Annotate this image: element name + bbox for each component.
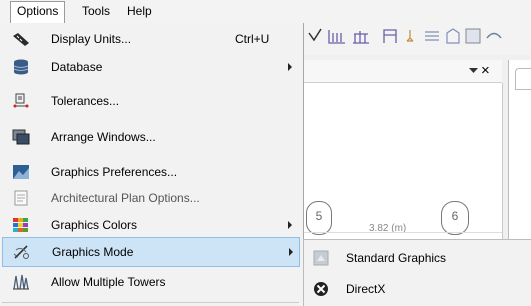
menu-item-label: Tolerances...: [51, 94, 120, 108]
graphics-mode-submenu: Standard Graphics DirectX: [303, 239, 531, 306]
submenu-arrow-icon: [288, 63, 292, 71]
menu-bar: Options Tools Help: [0, 0, 531, 24]
menu-item-label: Database: [51, 60, 103, 74]
grid-line: [300, 232, 502, 233]
wall-tool-icon[interactable]: [445, 28, 461, 44]
towers-icon: [13, 274, 29, 290]
menu-item-database[interactable]: Database: [2, 53, 299, 81]
submenu-item-directx[interactable]: DirectX: [305, 274, 531, 304]
document-icon: [14, 190, 28, 206]
directx-icon: [314, 282, 328, 296]
graphics-preferences-icon: [13, 165, 29, 179]
graphics-mode-icon: [13, 245, 29, 259]
menu-item-arrange-windows[interactable]: Arrange Windows...: [2, 123, 299, 151]
menu-help[interactable]: Help: [121, 2, 158, 20]
menu-item-label: Architectural Plan Options...: [51, 191, 200, 205]
menu-item-tolerances[interactable]: Tolerances...: [2, 87, 299, 115]
grid-bubble-5: 5: [306, 201, 332, 235]
menu-item-shortcut: Ctrl+U: [235, 32, 270, 46]
submenu-item-label: DirectX: [346, 282, 386, 296]
panel-close-button[interactable]: ×: [481, 62, 490, 79]
support-tool-icon[interactable]: [406, 28, 420, 44]
color-grid-icon: [13, 218, 28, 232]
panel-dropdown-icon[interactable]: [469, 68, 478, 74]
grid-bubble-6: 6: [441, 201, 469, 235]
panel-tab[interactable]: [515, 68, 531, 90]
submenu-arrow-icon: [288, 221, 292, 229]
menu-item-label: Display Units...: [51, 32, 132, 46]
frame-tool-icon[interactable]: [382, 28, 398, 44]
options-menu: Display Units... Ctrl+U Database Toleran…: [0, 23, 304, 305]
view-tool-icon[interactable]: [486, 28, 502, 44]
database-icon: [13, 59, 29, 75]
grid-label: 5: [315, 209, 323, 223]
submenu-arrow-icon: [289, 248, 293, 256]
submenu-item-standard-graphics[interactable]: Standard Graphics: [305, 243, 531, 273]
menu-item-graphics-preferences[interactable]: Graphics Preferences...: [2, 158, 299, 186]
menu-item-label: Arrange Windows...: [51, 130, 156, 144]
menu-item-architectural-plan-options[interactable]: Architectural Plan Options...: [2, 184, 299, 212]
menu-item-graphics-colors[interactable]: Graphics Colors: [2, 211, 299, 239]
menu-item-label: Allow Multiple Towers: [51, 275, 166, 289]
menu-item-graphics-mode[interactable]: Graphics Mode: [2, 237, 300, 267]
tolerance-icon: [13, 93, 29, 108]
submenu-item-label: Standard Graphics: [346, 251, 447, 265]
section-tool-icon[interactable]: [465, 28, 481, 44]
menu-item-allow-multiple-towers[interactable]: Allow Multiple Towers: [2, 268, 299, 296]
windows-icon: [12, 129, 30, 145]
menu-item-label: Graphics Preferences...: [51, 165, 178, 179]
grid-label: 6: [451, 209, 459, 223]
panel-title-bar: ×: [300, 60, 502, 83]
ruler-icon: [13, 33, 29, 46]
menu-options[interactable]: Options: [10, 1, 66, 23]
beam-tool-icon[interactable]: [352, 28, 370, 44]
standard-graphics-icon: [313, 250, 329, 266]
menu-divider: [2, 302, 299, 303]
slab-tool-icon[interactable]: [424, 28, 440, 44]
toolbar: [300, 23, 531, 55]
menu-item-display-units[interactable]: Display Units... Ctrl+U: [2, 25, 299, 53]
menu-item-label: Graphics Mode: [52, 245, 134, 259]
menu-tools[interactable]: Tools: [76, 2, 116, 20]
check-tool-icon[interactable]: [308, 28, 322, 42]
column-tool-icon[interactable]: [328, 28, 346, 44]
menu-item-label: Graphics Colors: [51, 218, 138, 232]
